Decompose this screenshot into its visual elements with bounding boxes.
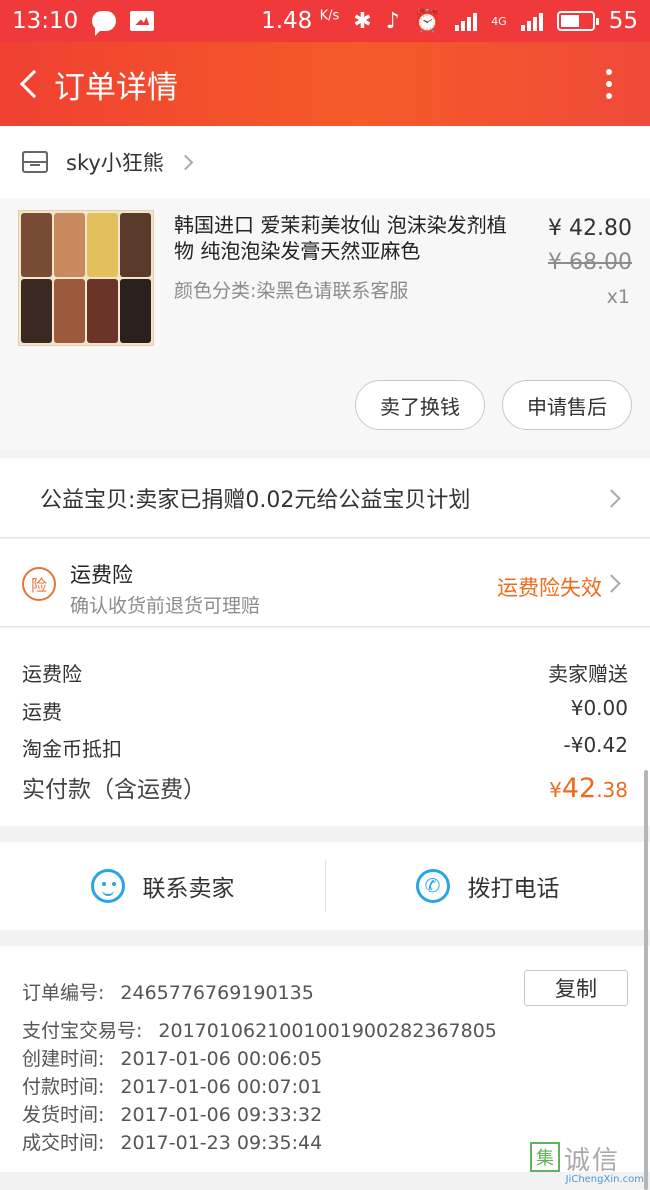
quantity: x1 bbox=[606, 286, 630, 308]
detail-value: 2017-01-06 00:07:01 bbox=[120, 1076, 323, 1098]
detail-label: 创建时间: bbox=[22, 1048, 105, 1070]
watermark-url: JiChengXin.com bbox=[565, 1174, 644, 1185]
fee-value: 卖家赠送 bbox=[548, 662, 628, 686]
chat-icon bbox=[90, 869, 125, 903]
contact-seller-button[interactable]: 联系卖家 bbox=[0, 842, 325, 930]
detail-value: 2017-01-06 00:06:05 bbox=[120, 1048, 323, 1070]
bluetooth-icon: ✱ bbox=[353, 8, 372, 34]
network-type: 4G bbox=[491, 14, 507, 28]
copy-order-number-button[interactable]: 复制 bbox=[524, 970, 628, 1006]
mute-icon: ♪ bbox=[385, 8, 400, 34]
shop-link[interactable]: sky小狂熊 bbox=[0, 126, 650, 198]
after-sale-button[interactable]: 申请售后 bbox=[502, 380, 632, 430]
chevron-right-icon bbox=[602, 489, 621, 508]
order-detail-row: 支付宝交易号: 2017010621001001900282367805 bbox=[22, 1016, 497, 1043]
fee-label: 运费 bbox=[22, 700, 62, 724]
chevron-right-icon bbox=[602, 574, 621, 593]
detail-label: 发货时间: bbox=[22, 1104, 105, 1126]
insurance-status: 运费险失效 bbox=[497, 576, 602, 600]
shipping-insurance-row[interactable]: 险 运费险 确认收货前退货可理赔 运费险失效 bbox=[0, 539, 650, 627]
insurance-subtitle: 确认收货前退货可理赔 bbox=[70, 595, 261, 617]
battery-icon bbox=[556, 11, 599, 31]
call-phone-label: 拨打电话 bbox=[467, 876, 560, 902]
scrollbar[interactable] bbox=[644, 770, 648, 1190]
network-speed: 1.48 K/s bbox=[261, 8, 340, 34]
contact-bar: 联系卖家 ✆ 拨打电话 bbox=[0, 842, 650, 930]
price-current: ¥ 42.80 bbox=[548, 216, 632, 241]
order-number-row: 订单编号: 2465776769190135 bbox=[22, 978, 314, 1005]
gallery-icon bbox=[130, 11, 155, 31]
detail-value: 2017-01-06 09:33:32 bbox=[120, 1104, 323, 1126]
watermark-logo: 集 bbox=[530, 1142, 560, 1172]
cell-signal-icon bbox=[520, 11, 543, 31]
detail-value: 2017010621001001900282367805 bbox=[158, 1020, 497, 1042]
shop-name: sky小狂熊 bbox=[66, 151, 164, 175]
order-detail-row: 付款时间: 2017-01-06 00:07:01 bbox=[22, 1072, 322, 1099]
page-title: 订单详情 bbox=[54, 69, 178, 106]
watermark: 集 诚信 JiChengXin.com bbox=[526, 1136, 646, 1190]
total-paid-row: 实付款（含运费） ¥42.38 bbox=[22, 770, 628, 804]
fee-summary: 运费险 卖家赠送 运费 ¥0.00 淘金币抵扣 -¥0.42 实付款（含运费） … bbox=[0, 628, 650, 826]
order-number-label: 订单编号: bbox=[22, 982, 105, 1004]
detail-label: 成交时间: bbox=[22, 1132, 105, 1154]
insurance-badge-icon: 险 bbox=[22, 567, 56, 601]
status-bar: 13:10 1.48 K/s ✱ ♪ ⏰ 4G 55 bbox=[0, 0, 650, 42]
product-card[interactable]: 韩国进口 爱茉莉美妆仙 泡沫染发剂植物 纯泡泡染发膏天然亚麻色 颜色分类:染黑色… bbox=[0, 198, 650, 450]
dot-icon bbox=[606, 81, 612, 87]
charity-text: 公益宝贝:卖家已捐赠0.02元给公益宝贝计划 bbox=[40, 487, 471, 513]
back-button[interactable] bbox=[8, 42, 52, 126]
clock: 13:10 bbox=[12, 8, 79, 34]
store-icon bbox=[22, 151, 48, 173]
fee-label: 运费险 bbox=[22, 662, 82, 686]
back-arrow-icon bbox=[19, 69, 49, 99]
price-original: ¥ 68.00 bbox=[548, 250, 632, 275]
fee-value: -¥0.42 bbox=[563, 733, 628, 757]
order-detail-row: 成交时间: 2017-01-23 09:35:44 bbox=[22, 1128, 322, 1155]
total-amount: ¥42.38 bbox=[549, 773, 628, 804]
total-label: 实付款（含运费） bbox=[22, 777, 206, 803]
alarm-icon: ⏰ bbox=[413, 8, 442, 34]
chevron-right-icon bbox=[177, 154, 194, 170]
order-detail-row: 创建时间: 2017-01-06 00:06:05 bbox=[22, 1044, 322, 1071]
insurance-title: 运费险 bbox=[70, 563, 133, 587]
dot-icon bbox=[606, 69, 612, 75]
phone-icon: ✆ bbox=[415, 869, 450, 903]
message-icon bbox=[92, 11, 117, 36]
fee-label: 淘金币抵扣 bbox=[22, 737, 122, 761]
more-menu-button[interactable] bbox=[598, 61, 620, 107]
fee-row: 运费险 卖家赠送 bbox=[22, 658, 628, 687]
order-detail-row: 发货时间: 2017-01-06 09:33:32 bbox=[22, 1100, 322, 1127]
fee-value: ¥0.00 bbox=[570, 696, 628, 720]
charity-row[interactable]: 公益宝贝:卖家已捐赠0.02元给公益宝贝计划 bbox=[0, 458, 650, 538]
wifi-signal-icon bbox=[455, 11, 478, 31]
order-number: 2465776769190135 bbox=[120, 982, 314, 1004]
product-title: 韩国进口 爱茉莉美妆仙 泡沫染发剂植物 纯泡泡染发膏天然亚麻色 bbox=[174, 213, 507, 263]
app-header: 订单详情 bbox=[0, 42, 650, 126]
divider bbox=[325, 860, 326, 912]
call-phone-button[interactable]: ✆ 拨打电话 bbox=[325, 842, 650, 930]
watermark-name: 诚信 bbox=[564, 1146, 621, 1176]
battery-level: 55 bbox=[608, 8, 638, 34]
detail-label: 支付宝交易号: bbox=[22, 1020, 143, 1042]
product-thumbnail bbox=[18, 210, 154, 346]
fee-row: 运费 ¥0.00 bbox=[22, 696, 628, 725]
product-spec: 颜色分类:染黑色请联系客服 bbox=[174, 280, 409, 302]
detail-label: 付款时间: bbox=[22, 1076, 105, 1098]
contact-seller-label: 联系卖家 bbox=[142, 876, 235, 902]
fee-row: 淘金币抵扣 -¥0.42 bbox=[22, 733, 628, 762]
detail-value: 2017-01-23 09:35:44 bbox=[120, 1132, 323, 1154]
dot-icon bbox=[606, 93, 612, 99]
sell-button[interactable]: 卖了换钱 bbox=[355, 380, 485, 430]
